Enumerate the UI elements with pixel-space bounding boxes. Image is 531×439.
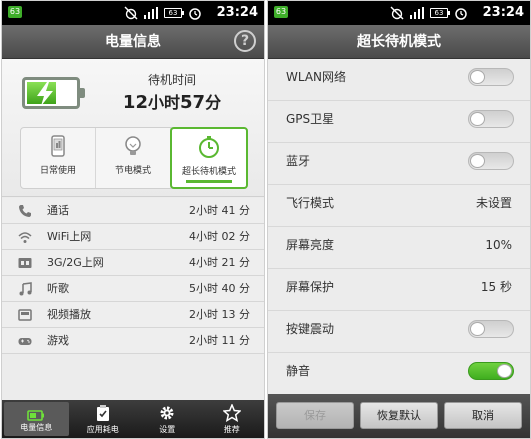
status-time: 23:24 [482,5,524,20]
music-icon [19,282,32,296]
lightbulb-icon [125,136,141,155]
list-item: 游戏 2小时 11 分 [2,328,264,354]
usage-list: 通话 2小时 41 分 WiFi上网 4小时 02 分 3G/2G上网 4小时 … [2,198,264,354]
active-indicator [186,180,232,183]
gamepad-icon [18,338,32,345]
gear-icon [160,406,174,420]
action-bar: 保存 恢复默认 取消 [268,394,530,438]
bottom-nav: 电量信息 应用耗电 设置 推荐 [2,400,264,438]
mode-tab-ultra-standby[interactable]: 超长待机模式 [170,127,248,189]
nav-app-usage[interactable]: 应用耗电 [71,400,136,438]
star-icon [222,404,241,422]
mode-tab-daily[interactable]: 日常使用 [21,128,96,188]
mode-tab-label: 超长待机模式 [181,167,236,177]
setting-key-vibration[interactable]: 按键震动 [268,311,530,353]
clipboard-icon [96,405,109,421]
restore-defaults-button[interactable]: 恢复默认 [360,402,438,429]
notification-badge: 63 [8,6,22,18]
status-bar: 63 63 23:24 [268,1,530,25]
standby-time: 12小时57分 [122,92,222,113]
brightness-value: 10% [485,238,512,252]
help-button[interactable]: ? [234,30,256,52]
setting-wlan[interactable]: WLAN网络 [268,59,530,101]
status-time: 23:24 [216,5,258,20]
screen-timeout-value: 15 秒 [480,280,512,294]
wifi-icon [18,232,32,243]
key-vibration-toggle[interactable] [468,320,514,338]
clock-icon [199,136,219,158]
setting-mute[interactable]: 静音 [268,353,530,395]
alarm-clock-icon [189,8,201,20]
cancel-button[interactable]: 取消 [444,402,522,429]
wlan-toggle[interactable] [468,68,514,86]
list-item: 通话 2小时 41 分 [2,198,264,224]
status-bar: 63 63 23:24 [2,1,264,25]
notification-badge: 63 [274,6,288,18]
mode-tab-label: 节电模式 [114,166,151,176]
no-alarm-icon [124,6,138,20]
page-title: 超长待机模式 [357,34,441,50]
title-bar: 电量信息 ? [2,25,264,59]
battery-status-icon: 63 [164,8,184,18]
nav-battery-info[interactable]: 电量信息 [4,402,69,436]
mode-tab-label: 日常使用 [39,166,76,176]
phone-icon [51,135,65,157]
lightning-icon [37,82,53,106]
setting-gps[interactable]: GPS卫星 [268,101,530,143]
no-alarm-icon [390,6,404,20]
battery-info-screen: 63 63 23:24 电量信息 ? 待机时间 12小时57分 日常使用 节电模… [1,0,265,439]
gps-toggle[interactable] [468,110,514,128]
bluetooth-toggle[interactable] [468,152,514,170]
setting-airplane-mode[interactable]: 飞行模式 未设置 [268,185,530,227]
setting-bluetooth[interactable]: 蓝牙 [268,143,530,185]
nav-recommend[interactable]: 推荐 [200,400,265,438]
settings-list: WLAN网络 GPS卫星 蓝牙 飞行模式 未设置 屏幕亮度 10% 屏幕保护 1… [268,59,530,395]
page-title: 电量信息 [105,34,161,50]
mode-tab-power-saving[interactable]: 节电模式 [96,128,171,188]
setting-screen-timeout[interactable]: 屏幕保护 15 秒 [268,269,530,311]
video-icon [18,309,32,321]
title-bar: 超长待机模式 [268,25,530,59]
mute-toggle[interactable] [468,362,514,380]
battery-level-icon [22,77,85,109]
list-item: 3G/2G上网 4小时 21 分 [2,250,264,276]
signal-icon [144,7,158,19]
3g-icon [18,258,32,268]
ultra-standby-settings-screen: 63 63 23:24 超长待机模式 WLAN网络 GPS卫星 蓝牙 飞行模式 … [267,0,531,439]
list-item: 视频播放 2小时 13 分 [2,302,264,328]
setting-brightness[interactable]: 屏幕亮度 10% [268,227,530,269]
airplane-mode-value: 未设置 [475,196,512,210]
alarm-clock-icon [455,8,467,20]
battery-status-icon: 63 [430,8,450,18]
call-icon [19,205,31,217]
save-button[interactable]: 保存 [276,402,354,429]
list-item: WiFi上网 4小时 02 分 [2,224,264,250]
list-item: 听歌 5小时 40 分 [2,276,264,302]
signal-icon [410,7,424,19]
mode-tabs: 日常使用 节电模式 超长待机模式 [20,127,248,189]
nav-settings[interactable]: 设置 [135,400,200,438]
standby-label: 待机时间 [147,73,196,87]
